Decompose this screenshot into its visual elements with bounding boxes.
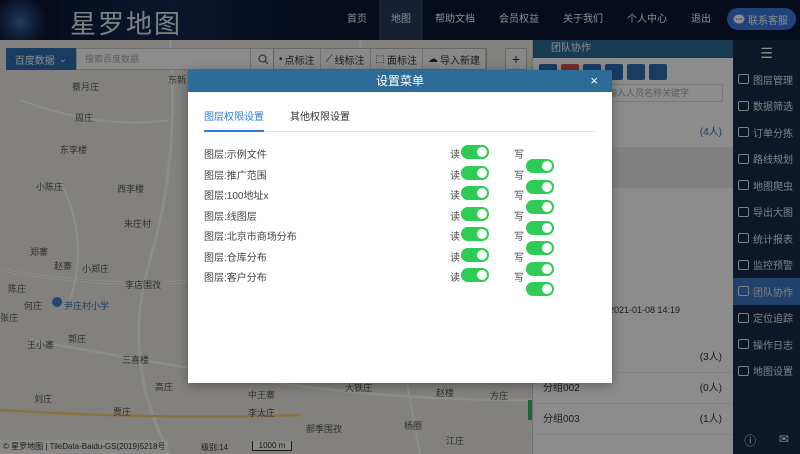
- layer-name: 图层:示例文件: [204, 150, 267, 161]
- write-label: 写: [514, 211, 524, 223]
- tab-layer-permissions[interactable]: 图层权限设置: [204, 112, 264, 132]
- read-label: 读: [450, 170, 460, 182]
- layer-name: 图层:线图层: [204, 211, 257, 223]
- permission-row: 图层:推广范围 读 写: [204, 165, 596, 194]
- read-label: 读: [450, 150, 460, 161]
- permission-row: 图层:示例文件 读 写: [204, 144, 596, 173]
- write-label: 写: [514, 273, 524, 284]
- write-label: 写: [514, 232, 524, 243]
- modal-tabs: 图层权限设置 其他权限设置: [204, 112, 596, 132]
- read-label: 读: [450, 211, 460, 223]
- toggle-knob: [477, 249, 487, 260]
- layer-name: 图层:客户分布: [204, 273, 267, 284]
- layer-name: 图层:100地址x: [204, 191, 269, 202]
- read-toggle[interactable]: [461, 186, 489, 200]
- layer-name: 图层:推广范围: [204, 170, 267, 182]
- read-toggle[interactable]: [461, 165, 489, 180]
- settings-modal: 设置菜单 × 图层权限设置 其他权限设置 图层:示例文件读写图层:推广范围读写图…: [188, 70, 612, 383]
- permission-row: 图层:线图层 读 写: [204, 206, 596, 235]
- toggle-knob: [477, 229, 487, 239]
- toggle-knob: [477, 167, 487, 178]
- permission-row: 图层:仓库分布 读 写: [204, 247, 596, 276]
- layer-name: 图层:仓库分布: [204, 252, 267, 264]
- write-toggle[interactable]: [526, 282, 554, 296]
- write-label: 写: [514, 252, 524, 264]
- read-toggle[interactable]: [461, 227, 489, 241]
- read-label: 读: [450, 273, 460, 284]
- layer-name: 图层:北京市商场分布: [204, 232, 297, 243]
- read-label: 读: [450, 191, 460, 202]
- tab-other-permissions[interactable]: 其他权限设置: [290, 112, 350, 132]
- modal-title: 设置菜单: [375, 74, 424, 88]
- permission-row: 图层:北京市商场分布 读 写: [204, 226, 596, 255]
- modal-header: 设置菜单 ×: [188, 70, 612, 92]
- read-toggle[interactable]: [461, 206, 489, 221]
- toggle-knob: [542, 284, 552, 294]
- permission-row: 图层:客户分布 读 写: [204, 267, 596, 296]
- permission-list: 图层:示例文件读写图层:推广范围读写图层:100地址x 读写图层:线图层读写图层:…: [204, 144, 596, 296]
- read-toggle[interactable]: [461, 268, 489, 282]
- read-toggle[interactable]: [461, 145, 489, 159]
- close-icon[interactable]: ×: [590, 70, 598, 92]
- read-label: 读: [450, 232, 460, 243]
- toggle-knob: [477, 270, 487, 280]
- write-label: 写: [514, 170, 524, 182]
- toggle-knob: [477, 147, 487, 157]
- toggle-knob: [477, 188, 487, 198]
- read-toggle[interactable]: [461, 247, 489, 262]
- write-label: 写: [514, 191, 524, 202]
- read-label: 读: [450, 252, 460, 264]
- permission-row: 图层:100地址x 读 写: [204, 185, 596, 214]
- write-label: 写: [514, 150, 524, 161]
- toggle-knob: [477, 208, 487, 219]
